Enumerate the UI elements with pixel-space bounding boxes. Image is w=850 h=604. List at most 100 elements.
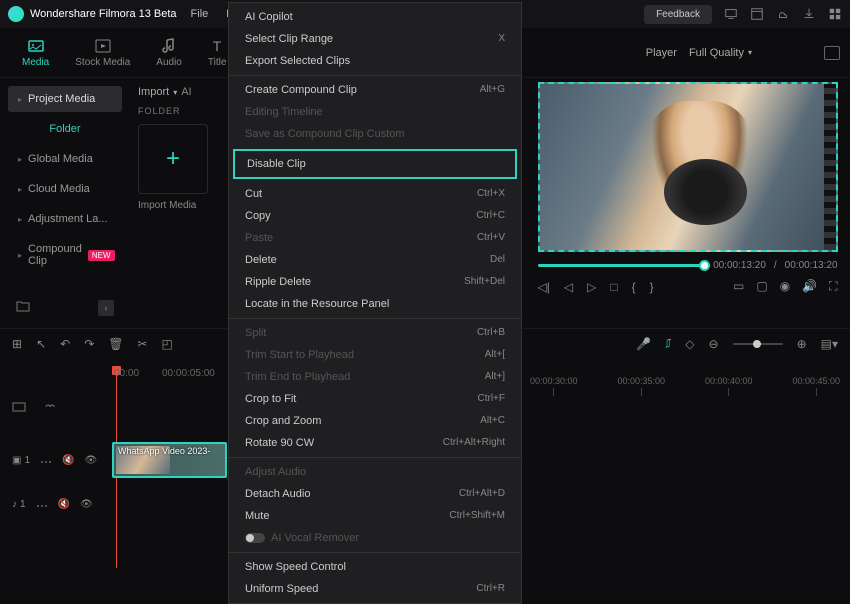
ctx-create-compound[interactable]: Create Compound ClipAlt+G: [229, 79, 521, 101]
project-media-button[interactable]: ▸Project Media: [8, 86, 122, 112]
quality-dropdown[interactable]: Full Quality ▾: [689, 47, 752, 59]
grid-tool-icon[interactable]: ⊞: [12, 337, 22, 351]
download-icon[interactable]: [802, 7, 816, 21]
ctx-ripple-delete[interactable]: Ripple DeleteShift+Del: [229, 271, 521, 293]
track-menu-icon[interactable]: [40, 455, 52, 466]
track-media-icon[interactable]: [12, 401, 26, 413]
import-media-label: Import Media: [138, 200, 217, 211]
sidebar-adjustment-layer[interactable]: ▸Adjustment La...: [8, 206, 122, 232]
svg-text:T: T: [213, 38, 222, 54]
tab-stock-media[interactable]: Stock Media: [63, 33, 142, 72]
zoom-slider[interactable]: [733, 343, 783, 345]
camera-icon[interactable]: ◉: [780, 279, 790, 294]
ctx-locate[interactable]: Locate in the Resource Panel: [229, 293, 521, 315]
ctx-save-compound: Save as Compound Clip Custom: [229, 123, 521, 145]
ai-button[interactable]: AI: [181, 86, 191, 98]
ctx-rotate[interactable]: Rotate 90 CWCtrl+Alt+Right: [229, 432, 521, 454]
sidebar-folder[interactable]: Folder: [8, 116, 122, 142]
filmstrip-edge: [824, 84, 838, 250]
visibility-icon[interactable]: 👁: [84, 455, 97, 466]
feedback-button[interactable]: Feedback: [644, 5, 712, 24]
ctx-vocal-remover: AI Vocal Remover: [229, 527, 521, 549]
new-folder-icon[interactable]: [16, 300, 30, 312]
collapse-sidebar-button[interactable]: ‹: [98, 300, 114, 316]
chevron-down-icon: ▾: [748, 48, 752, 57]
ctx-cut[interactable]: CutCtrl+X: [229, 183, 521, 205]
pointer-tool-icon[interactable]: ↖: [36, 337, 46, 351]
folder-header: FOLDER: [138, 106, 217, 116]
ctx-copy[interactable]: CopyCtrl+C: [229, 205, 521, 227]
cut-tool-icon[interactable]: ✂: [137, 337, 147, 351]
ctx-delete[interactable]: DeleteDel: [229, 249, 521, 271]
import-media-tile[interactable]: +: [138, 124, 208, 194]
progress-thumb[interactable]: [699, 260, 710, 271]
volume-icon[interactable]: 🔊: [802, 279, 817, 294]
grid-icon[interactable]: [828, 7, 842, 21]
solo-icon[interactable]: 👁: [80, 499, 93, 510]
ctx-disable-clip[interactable]: Disable Clip: [233, 149, 517, 179]
ctx-export-selected[interactable]: Export Selected Clips: [229, 50, 521, 72]
ctx-trim-end: Trim End to PlayheadAlt+]: [229, 366, 521, 388]
tab-media[interactable]: Media: [10, 33, 61, 72]
ctx-speed-control[interactable]: Show Speed Control: [229, 556, 521, 578]
play-back-icon[interactable]: ◁: [564, 280, 573, 294]
snapshot-icon[interactable]: [824, 46, 840, 60]
sidebar-global-media[interactable]: ▸Global Media: [8, 146, 122, 172]
app-title: Wondershare Filmora 13 Beta: [30, 8, 177, 20]
ctx-mute[interactable]: MuteCtrl+Shift+M: [229, 505, 521, 527]
compare-icon[interactable]: ▭: [733, 279, 744, 294]
media-icon: [27, 37, 45, 55]
preview-panel: 00:00:13:20 / 00:00:13:20 ◁| ◁ ▷ □ { } ▭…: [530, 78, 850, 328]
media-panel: Import ▾ AI FOLDER + Import Media: [130, 78, 225, 328]
audio-icon: [160, 37, 178, 55]
ctx-split: SplitCtrl+B: [229, 322, 521, 344]
view-menu-icon[interactable]: ▤▾: [821, 337, 838, 351]
sidebar-compound-clip[interactable]: ▸Compound ClipNEW: [8, 236, 122, 274]
ctx-crop-fit[interactable]: Crop to FitCtrl+F: [229, 388, 521, 410]
stop-icon[interactable]: □: [610, 280, 617, 294]
prev-icon[interactable]: ◁|: [538, 280, 550, 294]
sidebar-cloud-media[interactable]: ▸Cloud Media: [8, 176, 122, 202]
play-controls: ◁| ◁ ▷ □ { } ▭ ▢ ◉ 🔊 ⛶: [538, 279, 838, 294]
progress-bar[interactable]: [538, 264, 706, 267]
menu-file[interactable]: File: [191, 8, 209, 20]
mark-out-icon[interactable]: }: [650, 280, 654, 294]
play-icon[interactable]: ▷: [587, 280, 596, 294]
zoom-out-icon[interactable]: ⊖: [709, 337, 719, 351]
time-total: 00:00:13:20: [785, 260, 838, 271]
undo-icon[interactable]: ↶: [60, 337, 70, 351]
ctx-ai-copilot[interactable]: AI Copilot: [229, 6, 521, 28]
link-icon[interactable]: [42, 401, 56, 413]
tab-audio[interactable]: Audio: [144, 33, 194, 72]
ctx-uniform-speed[interactable]: Uniform SpeedCtrl+R: [229, 578, 521, 600]
logo-icon: [8, 6, 24, 22]
monitor-icon[interactable]: [724, 7, 738, 21]
mark-in-icon[interactable]: {: [632, 280, 636, 294]
mixer-icon[interactable]: ⎎: [665, 336, 671, 351]
preview-frame[interactable]: [538, 82, 838, 252]
video-clip[interactable]: WhatsApp Video 2023-: [112, 442, 227, 478]
time-current: 00:00:13:20: [713, 260, 766, 271]
redo-icon[interactable]: ↷: [84, 337, 94, 351]
ctx-trim-start: Trim Start to PlayheadAlt+[: [229, 344, 521, 366]
import-button[interactable]: Import ▾: [138, 86, 177, 98]
voice-icon[interactable]: 🎤: [636, 337, 651, 351]
ctx-paste: PasteCtrl+V: [229, 227, 521, 249]
delete-tool-icon[interactable]: 🗑: [108, 337, 123, 351]
stock-icon: [94, 37, 112, 55]
crop-tool-icon[interactable]: ◰: [162, 337, 173, 351]
mute-audio-icon[interactable]: 🔇: [58, 499, 70, 510]
mute-icon[interactable]: 🔇: [62, 455, 74, 466]
ctx-crop-zoom[interactable]: Crop and ZoomAlt+C: [229, 410, 521, 432]
title-icon: T: [208, 37, 226, 55]
cloud-icon[interactable]: [776, 7, 790, 21]
fullscreen-icon[interactable]: ⛶: [829, 279, 837, 294]
zoom-in-icon[interactable]: ⊕: [797, 337, 807, 351]
keyframe-icon[interactable]: ◇: [685, 337, 694, 351]
ctx-select-range[interactable]: Select Clip RangeX: [229, 28, 521, 50]
track-menu-icon[interactable]: [36, 499, 48, 510]
display-icon[interactable]: ▢: [756, 279, 767, 294]
library-icon[interactable]: [750, 7, 764, 21]
ctx-detach-audio[interactable]: Detach AudioCtrl+Alt+D: [229, 483, 521, 505]
audio-track-label: ♪ 1: [12, 499, 26, 510]
